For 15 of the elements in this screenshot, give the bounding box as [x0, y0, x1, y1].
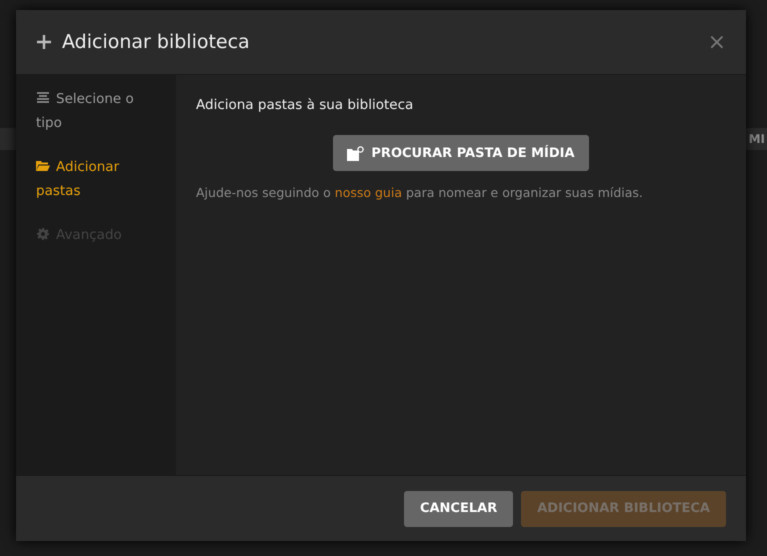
folder-icon	[36, 160, 50, 172]
dialog-title: Adicionar biblioteca	[62, 31, 251, 53]
list-icon	[36, 92, 50, 104]
help-text: Ajude-nos seguindo o nosso guia para nomear e organizar suas mídias.	[196, 185, 644, 200]
close-button[interactable]: ×	[708, 30, 726, 54]
gear-icon	[36, 228, 50, 240]
tab-label[interactable]: MI	[748, 132, 765, 146]
browse-button[interactable]: PROCURAR PASTA DE MÍDIA	[333, 135, 589, 171]
sidebar-item[interactable]: Adicionar pastas	[36, 155, 148, 203]
plus-icon	[36, 34, 52, 50]
section-heading: Adiciona pastas à sua biblioteca	[196, 97, 414, 113]
guide-link[interactable]: nosso guia	[334, 185, 402, 200]
cancel-button[interactable]: CANCELAR	[404, 490, 514, 526]
sidebar-item[interactable]: Selecione o tipo	[36, 87, 148, 135]
folder-add-icon	[347, 146, 364, 160]
